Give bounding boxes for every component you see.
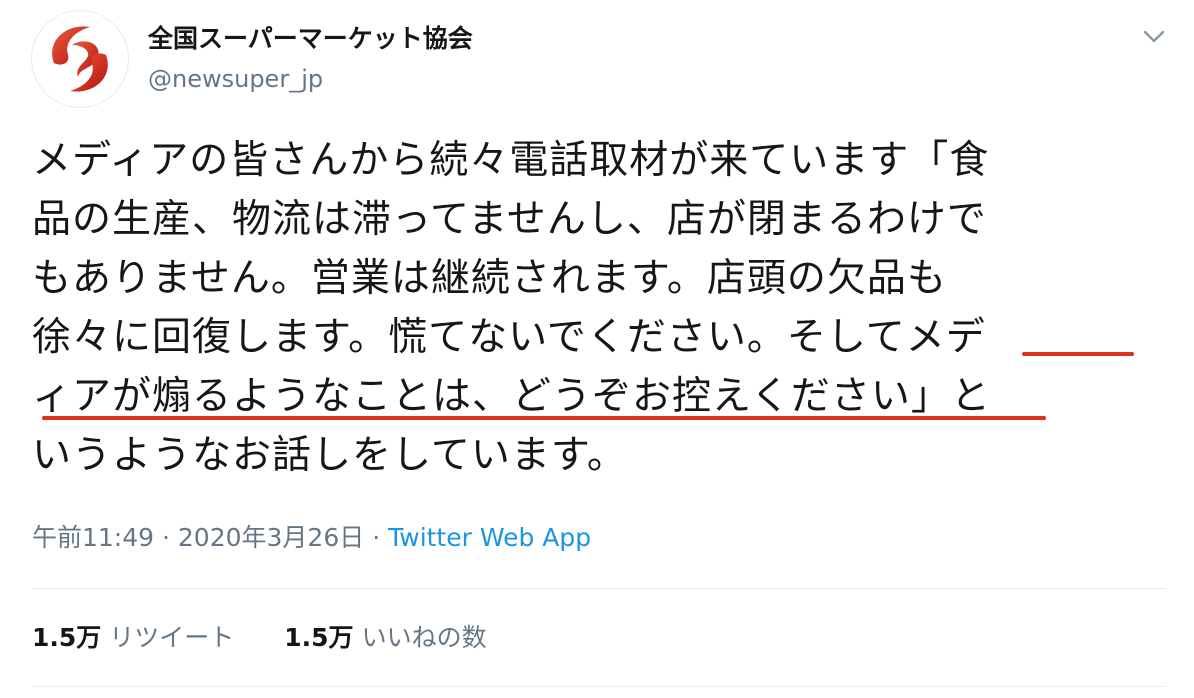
tweet-stats: 1.5万 リツイート 1.5万 いいねの数 bbox=[32, 618, 529, 658]
divider bbox=[32, 588, 1166, 589]
tweet-source-link[interactable]: Twitter Web App bbox=[388, 523, 591, 552]
supermarket-association-logo bbox=[52, 26, 108, 92]
meta-separator: · bbox=[372, 523, 381, 552]
tweet-text: メディアの皆さんから続々電話取材が来ています「食 品の生産、物流は滞ってませんし… bbox=[32, 131, 1182, 485]
likes-count: 1.5万 bbox=[284, 623, 354, 652]
likes-stat[interactable]: 1.5万 いいねの数 bbox=[284, 618, 486, 658]
highlight-underline bbox=[1022, 352, 1134, 356]
tweet-text-line: もありません。営業は継続されます。店頭の欠品も bbox=[32, 256, 947, 301]
retweets-label: リツイート bbox=[109, 623, 235, 652]
likes-label: いいねの数 bbox=[361, 623, 487, 652]
avatar[interactable] bbox=[31, 10, 129, 108]
tweet-text-line: メディアの皆さんから続々電話取材が来ています「食 bbox=[32, 138, 990, 183]
tweet-date[interactable]: 2020年3月26日 bbox=[178, 523, 364, 552]
chevron-down-icon[interactable] bbox=[1140, 22, 1168, 50]
retweets-stat[interactable]: 1.5万 リツイート bbox=[32, 618, 234, 658]
retweets-count: 1.5万 bbox=[32, 623, 102, 652]
display-name[interactable]: 全国スーパーマーケット協会 bbox=[148, 22, 473, 56]
meta-separator: · bbox=[162, 523, 170, 552]
tweet-text-line: 徐々に回復します。慌てないでください。そしてメデ bbox=[32, 315, 986, 360]
tweet-meta: 午前11:49 · 2020年3月26日 · Twitter Web App bbox=[32, 520, 591, 556]
tweet-text-line: 品の生産、物流は滞ってませんし、店が閉まるわけで bbox=[32, 197, 987, 242]
tweet-time[interactable]: 午前11:49 bbox=[32, 523, 154, 552]
account-handle[interactable]: @newsuper_jp bbox=[148, 64, 323, 94]
highlight-underline bbox=[42, 416, 1046, 420]
divider bbox=[32, 686, 1166, 687]
tweet-text-line: いうようなお話しをしています。 bbox=[32, 433, 627, 478]
